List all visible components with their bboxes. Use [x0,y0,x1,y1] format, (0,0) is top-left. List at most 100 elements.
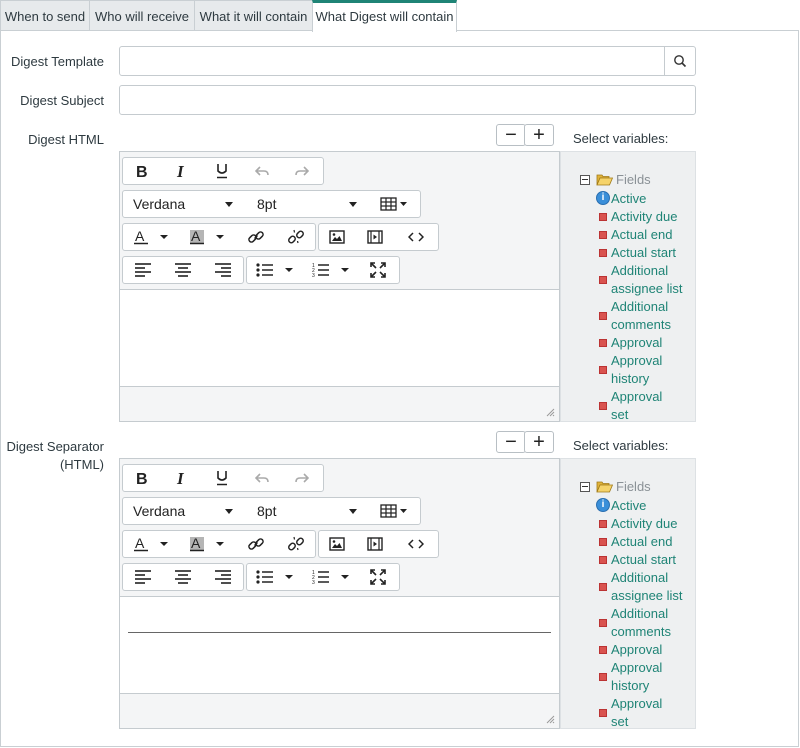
italic-icon: I [176,471,185,485]
undo-button[interactable] [251,158,273,184]
insert-video-button[interactable] [363,224,387,250]
variable-approval-set[interactable]: Approval set [611,388,697,424]
redo-button[interactable] [291,465,313,491]
variable-actual-end[interactable]: Actual end [611,533,697,551]
svg-text:I: I [176,471,185,485]
bullet-list-button[interactable] [255,564,299,590]
source-code-button[interactable] [403,224,429,250]
table-button[interactable] [377,191,411,217]
insert-link-button[interactable] [243,531,269,557]
digest-separator-content-area[interactable] [120,596,559,694]
tab-bar: When to send Who will receive What it wi… [0,0,800,32]
undo-button[interactable] [251,465,273,491]
align-center-button[interactable] [171,257,195,283]
variable-approval-set[interactable]: Approval set [611,695,697,731]
collapse-editor-button[interactable]: − [496,124,526,146]
variable-active[interactable]: Active [611,497,697,515]
tab-what-digest-will-contain[interactable]: What Digest will contain [312,0,457,32]
numbered-list-button[interactable]: 123 [311,564,355,590]
collapse-tree-icon[interactable] [580,175,590,185]
font-size-select[interactable]: 8pt [257,498,362,524]
align-right-button[interactable] [211,257,235,283]
fullscreen-button[interactable] [365,257,391,283]
insert-image-button[interactable] [325,224,349,250]
insert-image-button[interactable] [325,531,349,557]
format-toolbar-group: B I [122,157,324,185]
table-button[interactable] [377,498,411,524]
bold-button[interactable]: B [131,465,153,491]
source-code-button[interactable] [403,531,429,557]
font-size-select[interactable]: 8pt [257,191,362,217]
align-right-icon [215,263,231,277]
fullscreen-icon [370,262,386,278]
expand-separator-editor-button[interactable]: + [524,431,554,453]
svg-text:A: A [135,536,145,551]
expand-editor-button[interactable]: + [524,124,554,146]
color-link-toolbar-group: A A [122,530,316,558]
font-toolbar-group: Verdana 8pt [122,190,421,218]
variable-approval[interactable]: Approval [611,334,697,352]
tab-when-to-send[interactable]: When to send [0,0,90,31]
digest-separator-label: Digest Separator (HTML) [6,439,104,472]
digest-subject-input[interactable] [119,85,696,115]
field-icon [599,366,607,374]
variable-approval[interactable]: Approval [611,641,697,659]
digest-template-input[interactable] [119,46,665,76]
variable-activity-due[interactable]: Activity due [611,208,697,226]
color-link-toolbar-group: A A [122,223,316,251]
text-color-button[interactable]: A [131,531,173,557]
italic-button[interactable]: I [171,465,193,491]
align-left-button[interactable] [131,564,155,590]
svg-text:A: A [191,229,201,244]
variable-activity-due[interactable]: Activity due [611,515,697,533]
variable-actual-end[interactable]: Actual end [611,226,697,244]
align-center-button[interactable] [171,564,195,590]
italic-icon: I [176,164,185,178]
underline-button[interactable] [211,158,233,184]
collapse-tree-icon[interactable] [580,482,590,492]
align-left-button[interactable] [131,257,155,283]
remove-link-button[interactable] [283,531,309,557]
tab-who-will-receive[interactable]: Who will receive [89,0,195,31]
bold-icon: B [136,164,148,178]
collapse-separator-editor-button[interactable]: − [496,431,526,453]
align-center-icon [175,570,191,584]
media-toolbar-group [318,530,439,558]
text-color-icon: A [134,536,168,552]
insert-video-button[interactable] [363,531,387,557]
fullscreen-button[interactable] [365,564,391,590]
svg-text:A: A [191,536,201,551]
redo-button[interactable] [291,158,313,184]
variable-additional-assignee-list[interactable]: Additional assignee list [611,569,697,605]
variable-active[interactable]: Active [611,190,697,208]
italic-button[interactable]: I [171,158,193,184]
underline-button[interactable] [211,465,233,491]
alignment-toolbar-group [122,563,244,591]
field-icon [599,213,607,221]
variable-additional-comments[interactable]: Additional comments [611,298,697,334]
numbered-list-button[interactable]: 123 [311,257,355,283]
variable-additional-comments[interactable]: Additional comments [611,605,697,641]
field-icon [599,402,607,410]
background-color-button[interactable]: A [187,531,229,557]
variable-actual-start[interactable]: Actual start [611,551,697,569]
minus-icon: − [505,124,517,146]
bold-icon: B [136,471,148,485]
tab-what-it-will-contain[interactable]: What it will contain [194,0,313,31]
variable-actual-start[interactable]: Actual start [611,244,697,262]
insert-link-button[interactable] [243,224,269,250]
bullet-list-button[interactable] [255,257,299,283]
variable-approval-history[interactable]: Approval history [611,659,697,695]
variable-approval-history[interactable]: Approval history [611,352,697,388]
variable-additional-assignee-list[interactable]: Additional assignee list [611,262,697,298]
background-color-button[interactable]: A [187,224,229,250]
digest-html-content-area[interactable] [120,289,559,387]
fullscreen-icon [370,569,386,585]
remove-link-button[interactable] [283,224,309,250]
text-color-button[interactable]: A [131,224,173,250]
bold-button[interactable]: B [131,158,153,184]
digest-template-search-button[interactable] [664,46,696,76]
align-right-button[interactable] [211,564,235,590]
align-left-icon [135,570,151,584]
resize-grip-icon [546,715,555,724]
